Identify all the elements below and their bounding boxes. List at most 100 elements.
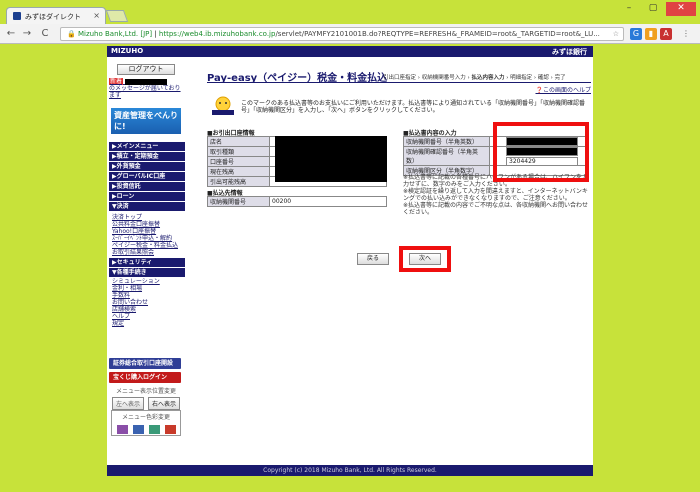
intro-text: このマークのある払込書等のお支払いにご利用いただけます。払込書等により通知されて… bbox=[241, 100, 585, 114]
reload-button[interactable]: C bbox=[38, 27, 52, 41]
minimize-button[interactable]: – bbox=[618, 2, 640, 16]
window-controls: – ▢ ✕ bbox=[618, 2, 696, 16]
securities-account-button[interactable]: 証券総合取引口座開設 bbox=[109, 358, 181, 369]
table-row: 収納機関番号 00200 bbox=[207, 196, 387, 207]
highlight-next-button bbox=[399, 246, 451, 272]
mizuho-logo: MIZUHO bbox=[111, 47, 144, 55]
banner-title: 資産管理をべんりに! bbox=[114, 111, 178, 131]
secure-label: Mizuho Bank,Ltd. [JP] bbox=[77, 30, 153, 38]
mypage-banner[interactable]: 資産管理をべんりに! マイページはこちら bbox=[111, 108, 181, 143]
highlight-input-area bbox=[493, 122, 589, 182]
browser-toolbar: ← → C 🔒 Mizuho Bank,Ltd. [JP] | https://… bbox=[0, 24, 700, 44]
settle-item[interactable]: Yahoo!口座振替 bbox=[112, 228, 182, 235]
procedure-item[interactable]: 店舗検索 bbox=[109, 306, 185, 313]
maximize-button[interactable]: ▢ bbox=[642, 2, 664, 16]
swatch-red[interactable] bbox=[164, 425, 176, 434]
logout-button[interactable]: ログアウト bbox=[117, 64, 175, 75]
settle-item[interactable]: 決済トップ bbox=[112, 214, 182, 221]
main-content: Pay-easy（ペイジー）税金・料金払込 引出口座指定 › 収納機関番号入力 … bbox=[207, 60, 591, 460]
extension-icon[interactable]: A bbox=[660, 28, 672, 40]
swatch-green[interactable] bbox=[148, 425, 160, 434]
color-change-label: メニュー色彩変更 bbox=[121, 414, 170, 421]
left-display-button[interactable]: 左へ表示 bbox=[112, 397, 145, 410]
procedure-item[interactable]: 手数料 bbox=[109, 292, 185, 299]
menu-security[interactable]: ▶セキュリティ bbox=[109, 258, 185, 267]
menu-procedures[interactable]: ▼各種手続き bbox=[109, 268, 185, 277]
menu-forex[interactable]: ▶外貨預金 bbox=[109, 162, 185, 171]
step-indicator: 引出口座指定 › 収納機関番号入力 › 払込内容入力 › 明細指定 › 確認 ›… bbox=[383, 73, 566, 81]
brand-header: MIZUHO みずほ銀行 bbox=[107, 46, 593, 57]
procedure-item[interactable]: ヘルプ bbox=[109, 313, 185, 320]
swatch-blue[interactable] bbox=[132, 425, 144, 434]
procedure-item[interactable]: 金利・相場 bbox=[109, 285, 185, 292]
input-label: 収納機関確認番号（半角英数） bbox=[403, 146, 490, 166]
help-icon: ❓ bbox=[535, 87, 543, 94]
color-swatches bbox=[112, 425, 180, 434]
menu-dots-icon[interactable]: ⋮ bbox=[680, 28, 692, 40]
sidebar: ログアウト 新着 のメッセージが届いております 資産管理をべんりに! マイページ… bbox=[107, 60, 185, 460]
menu-deposit[interactable]: ▶積立・定期預金 bbox=[109, 152, 185, 161]
menu-invest[interactable]: ▶投資信託 bbox=[109, 182, 185, 191]
help-label: この画面のヘルプ bbox=[542, 87, 591, 94]
close-window-button[interactable]: ✕ bbox=[666, 2, 696, 16]
pay-easy-icon bbox=[212, 96, 234, 115]
step-1: 引出口座指定 bbox=[383, 75, 417, 81]
right-display-button[interactable]: 右へ表示 bbox=[147, 397, 180, 410]
menu-main[interactable]: ▶メインメニュー bbox=[109, 142, 185, 151]
tab-mizuho-direct[interactable]: みずほダイレクト × bbox=[6, 7, 106, 24]
menu-color-setting: メニュー色彩変更 bbox=[111, 410, 181, 436]
page-frame: MIZUHO みずほ銀行 ログアウト 新着 のメッセージが届いております 資産管… bbox=[107, 46, 593, 476]
new-badge: 新着 bbox=[109, 78, 124, 85]
extension-icon[interactable]: ▮ bbox=[645, 28, 657, 40]
account-label: 取引種類 bbox=[207, 146, 270, 157]
account-label: 口座番号 bbox=[207, 156, 270, 167]
settle-item[interactable]: お取引結果照会 bbox=[112, 249, 182, 256]
note-3: ※払込書等に記載の内容でご不明な点は、各収納機関へお問い合わせください。 bbox=[403, 202, 589, 216]
redacted-block bbox=[124, 78, 167, 85]
tab-close-icon[interactable]: × bbox=[93, 11, 100, 20]
payee-table: 収納機関番号 00200 bbox=[207, 196, 387, 207]
settle-item[interactable]: 公共料金口座振替 bbox=[112, 221, 182, 228]
procedure-item[interactable]: お問い合わせ bbox=[109, 299, 185, 306]
forward-button[interactable]: → bbox=[20, 27, 34, 41]
menu-global[interactable]: ▶グローバルIC口座 bbox=[109, 172, 185, 181]
help-link[interactable]: ❓この画面のヘルプ bbox=[536, 85, 592, 94]
step-5: 確認 bbox=[537, 75, 549, 81]
account-label: 店名 bbox=[207, 136, 270, 147]
mizuho-bank-logo: みずほ銀行 bbox=[552, 48, 587, 56]
input-label: 収納機関番号（半角英数） bbox=[403, 136, 490, 147]
menu-position-label: メニュー表示位置変更 bbox=[115, 388, 176, 395]
browser-tabbar: みずほダイレクト × – ▢ ✕ bbox=[0, 0, 700, 24]
settle-item[interactable]: ｽｰﾊﾟｰｲﾍﾞﾝﾄ申込・解約 bbox=[112, 235, 182, 242]
url-host: https://web4.ib.mizuhobank.co.jp bbox=[158, 30, 276, 38]
back-button[interactable]: ← bbox=[4, 27, 18, 41]
bookmark-star-icon[interactable]: ☆ bbox=[613, 28, 619, 40]
favicon-icon bbox=[13, 12, 21, 20]
swatch-purple[interactable] bbox=[116, 425, 128, 434]
settlement-submenu: 決済トップ 公共料金口座振替 Yahoo!口座振替 ｽｰﾊﾟｰｲﾍﾞﾝﾄ申込・解… bbox=[109, 212, 185, 258]
back-button[interactable]: 戻る bbox=[357, 253, 389, 265]
account-label: 引出可能残高 bbox=[207, 176, 270, 187]
tab-title: みずほダイレクト bbox=[25, 13, 81, 21]
menu-position-setting: メニュー表示位置変更 左へ表示 右へ表示 bbox=[109, 386, 183, 412]
procedure-item[interactable]: シミュレーション bbox=[109, 278, 185, 285]
footer: Copyright (c) 2018 Mizuho Bank, Ltd. All… bbox=[107, 465, 593, 476]
redacted-account-info bbox=[275, 136, 387, 182]
procedure-item[interactable]: 規定 bbox=[109, 320, 185, 327]
step-6: 完了 bbox=[554, 75, 566, 81]
settle-item[interactable]: ペイジー税金・料金払込 bbox=[112, 242, 182, 249]
lottery-login-button[interactable]: 宝くじ購入ログイン bbox=[109, 372, 181, 383]
payee-label: 収納機関番号 bbox=[207, 196, 270, 207]
menu-loan[interactable]: ▶ローン bbox=[109, 192, 185, 201]
step-3-current: 払込内容入力 bbox=[471, 75, 505, 81]
payee-value: 00200 bbox=[269, 196, 387, 207]
message-notice-link[interactable]: 新着 のメッセージが届いております bbox=[109, 78, 185, 99]
new-tab-button[interactable] bbox=[105, 10, 129, 22]
menu-settlement[interactable]: ▼決済 bbox=[109, 202, 185, 211]
extension-icon[interactable]: G bbox=[630, 28, 642, 40]
note-2: ※検定認証を繰り返して入力を間違えますと、インターネットバンキングでの払い込みが… bbox=[403, 188, 588, 202]
step-4: 明細指定 bbox=[510, 75, 533, 81]
step-2: 収納機関番号入力 bbox=[421, 75, 466, 81]
address-bar[interactable]: 🔒 Mizuho Bank,Ltd. [JP] | https://web4.i… bbox=[60, 27, 624, 41]
lock-icon: 🔒 bbox=[67, 30, 76, 38]
